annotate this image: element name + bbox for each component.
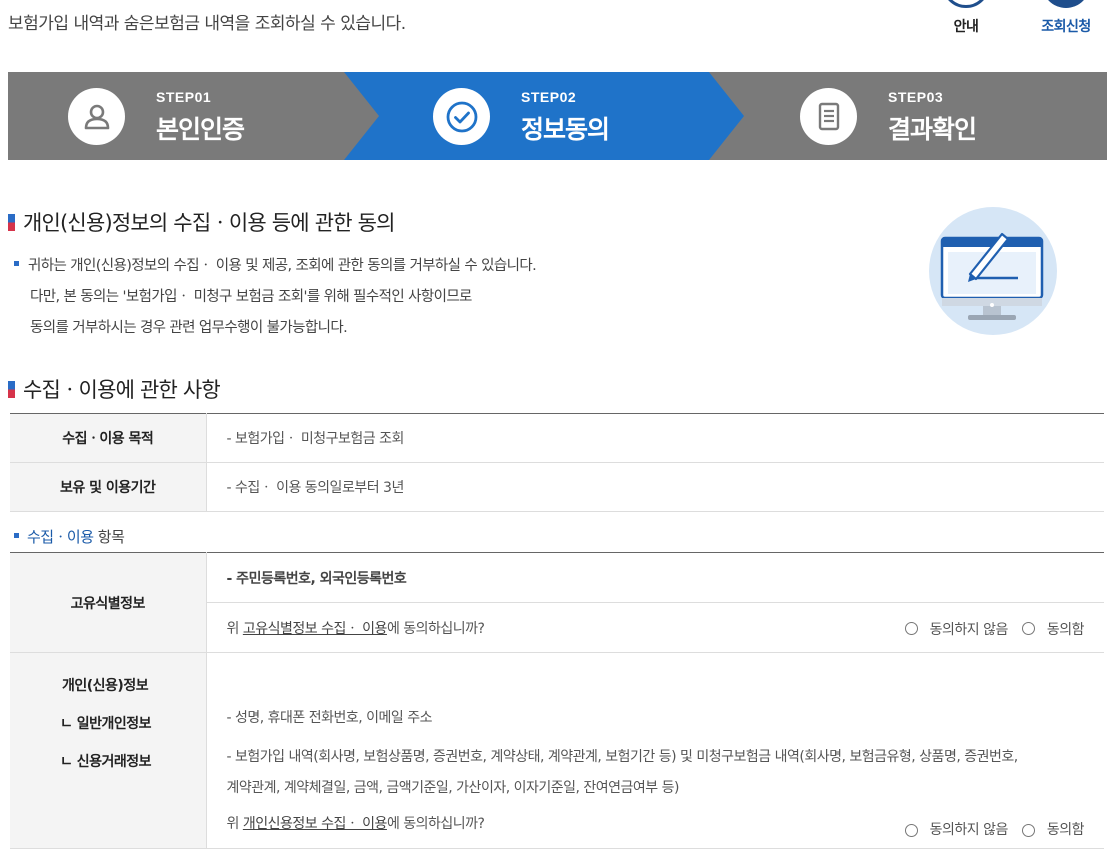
step-1-number: STEP01 xyxy=(156,89,212,105)
unique-id-question-cell: 위 고유식별정보 수집ㆍ 이용에 동의하십니까? 동의하지 않음 동의함 xyxy=(206,602,1104,653)
notice-line-3: 동의를 거부하시는 경우 관련 업무수행이 불가능합니다. xyxy=(30,320,348,336)
radio-circle-icon xyxy=(904,622,918,635)
radio-circle-icon xyxy=(1021,622,1035,635)
notice-line-1: 귀하는 개인(신용)정보의 수집ㆍ 이용 및 제공, 조회에 관한 동의를 거부… xyxy=(28,258,537,274)
question-suffix: 에 동의하십니까? xyxy=(386,816,485,832)
consent-notice: 귀하는 개인(신용)정보의 수집ㆍ 이용 및 제공, 조회에 관한 동의를 거부… xyxy=(14,251,537,344)
items-heading-blue: 수집ㆍ이용 xyxy=(27,528,94,546)
personal-question-link: 개인신용정보 수집ㆍ 이용 xyxy=(242,816,388,832)
collection-title: 수집ㆍ이용에 관한 사항 xyxy=(8,374,221,404)
personal-question-row: 위 개인신용정보 수집ㆍ 이용에 동의하십니까? 동의하지 않음 동의함 xyxy=(227,804,1105,844)
credit-info-value-2: 계약관계, 계약체결일, 금액, 금액기준일, 가산이자, 이자기준일, 잔여연… xyxy=(226,780,680,796)
personal-info-values: - 성명, 휴대폰 전화번호, 이메일 주소 - 보험가입 내역(회사명, 보험… xyxy=(206,652,1105,849)
radio-circle-icon xyxy=(904,824,918,837)
unique-id-question-link: 고유식별정보 수집ㆍ 이용 xyxy=(242,620,388,637)
step-2-number: STEP02 xyxy=(521,89,577,105)
unique-id-disagree-radio[interactable]: 동의하지 않음 xyxy=(904,619,1009,639)
title-marker xyxy=(8,381,15,398)
collection-title-text: 수집ㆍ이용에 관한 사항 xyxy=(23,378,221,402)
document-icon xyxy=(800,88,857,145)
guide-icon xyxy=(942,0,990,8)
step-2-name: 정보동의 xyxy=(521,115,610,144)
general-info-label: ㄴ 일반개인정보 xyxy=(60,716,152,732)
consent-title-text: 개인(신용)정보의 수집ㆍ이용 등에 관한 동의 xyxy=(23,211,395,235)
personal-question: 위 개인신용정보 수집ㆍ 이용에 동의하십니까? xyxy=(227,809,485,840)
items-heading-rest: 항목 xyxy=(93,528,125,546)
table-row: 고유식별정보 - 주민등록번호, 외국인등록번호 xyxy=(10,552,1104,653)
personal-disagree-radio[interactable]: 동의하지 않음 xyxy=(904,815,1009,846)
disagree-label: 동의하지 않음 xyxy=(929,822,1009,838)
apply-icon xyxy=(1042,0,1090,8)
agree-label: 동의함 xyxy=(1046,621,1085,638)
credit-info-value-1: - 보험가입 내역(회사명, 보험상품명, 증권번호, 계약상태, 계약관계, … xyxy=(226,749,1019,765)
purpose-value: - 보험가입ㆍ 미청구보험금 조회 xyxy=(206,413,1104,463)
personal-info-label: 개인(신용)정보 ㄴ 일반개인정보 ㄴ 신용거래정보 xyxy=(10,652,207,849)
question-prefix: 위 xyxy=(226,816,243,832)
table-row: 수집ㆍ이용 목적 - 보험가입ㆍ 미청구보험금 조회 xyxy=(10,413,1104,463)
retention-value: - 수집ㆍ 이용 동의일로부터 3년 xyxy=(206,462,1104,512)
bullet-square xyxy=(14,533,19,538)
personal-info-title: 개인(신용)정보 xyxy=(62,678,149,694)
radio-circle-icon xyxy=(1021,824,1035,837)
guide-label: 안내 xyxy=(953,19,979,35)
unique-id-label: 고유식별정보 xyxy=(10,552,207,653)
table-row: 개인(신용)정보 ㄴ 일반개인정보 ㄴ 신용거래정보 - 성명, 휴대폰 전화번… xyxy=(10,652,1105,849)
personal-agree-radio[interactable]: 동의함 xyxy=(1021,815,1085,846)
notice-line-2: 다만, 본 동의는 '보험가입ㆍ 미청구 보험금 조회'를 위해 필수적인 사항… xyxy=(30,289,472,305)
question-suffix: 에 동의하십니까? xyxy=(386,620,485,637)
disagree-label: 동의하지 않음 xyxy=(929,621,1009,638)
step-2[interactable]: STEP02 정보동의 xyxy=(433,72,683,160)
step-3-number: STEP03 xyxy=(888,89,944,105)
unique-id-value: - 주민등록번호, 외국인등록번호 xyxy=(206,552,1104,603)
agree-label: 동의함 xyxy=(1046,822,1085,838)
general-info-value: - 성명, 휴대폰 전화번호, 이메일 주소 xyxy=(226,710,433,726)
apply-link[interactable]: 조회신청 xyxy=(1026,0,1106,40)
person-icon xyxy=(68,88,125,145)
collection-table: 수집ㆍ이용 목적 - 보험가입ㆍ 미청구보험금 조회 보유 및 이용기간 - 수… xyxy=(10,413,1104,512)
personal-radio-group: 동의하지 않음 동의함 xyxy=(891,815,1085,846)
items-table: 고유식별정보 - 주민등록번호, 외국인등록번호 위 고유식별정보 수집ㆍ 이용… xyxy=(10,552,1104,849)
unique-id-radio-group: 동의하지 않음 동의함 xyxy=(891,619,1085,639)
top-links: 안내 조회신청 xyxy=(920,0,1120,40)
step-3-name: 결과확인 xyxy=(888,115,977,144)
consent-title: 개인(신용)정보의 수집ㆍ이용 등에 관한 동의 xyxy=(8,207,395,237)
monitor-pen-illustration xyxy=(928,206,1058,336)
guide-link[interactable]: 안내 xyxy=(926,0,1006,40)
retention-label: 보유 및 이용기간 xyxy=(10,462,207,512)
table-row: 보유 및 이용기간 - 수집ㆍ 이용 동의일로부터 3년 xyxy=(10,462,1104,512)
bullet-square xyxy=(14,261,19,266)
check-circle-icon xyxy=(433,88,490,145)
items-heading: 수집ㆍ이용 항목 xyxy=(14,526,125,547)
page-intro: 보험가입 내역과 숨은보험금 내역을 조회하실 수 있습니다. xyxy=(8,14,406,34)
apply-label: 조회신청 xyxy=(1041,19,1091,35)
purpose-label: 수집ㆍ이용 목적 xyxy=(10,413,207,463)
step-1-name: 본인인증 xyxy=(156,115,245,144)
step-indicator: STEP01 본인인증 STEP02 정보동의 STEP03 결과확인 xyxy=(8,72,1107,160)
step-3[interactable]: STEP03 결과확인 xyxy=(800,72,1050,160)
title-marker xyxy=(8,214,15,231)
step-1[interactable]: STEP01 본인인증 xyxy=(68,72,318,160)
unique-id-agree-radio[interactable]: 동의함 xyxy=(1021,619,1085,639)
credit-info-label: ㄴ 신용거래정보 xyxy=(60,754,152,770)
unique-id-question: 위 고유식별정보 수집ㆍ 이용에 동의하십니까? xyxy=(227,621,485,637)
question-prefix: 위 xyxy=(226,620,243,637)
